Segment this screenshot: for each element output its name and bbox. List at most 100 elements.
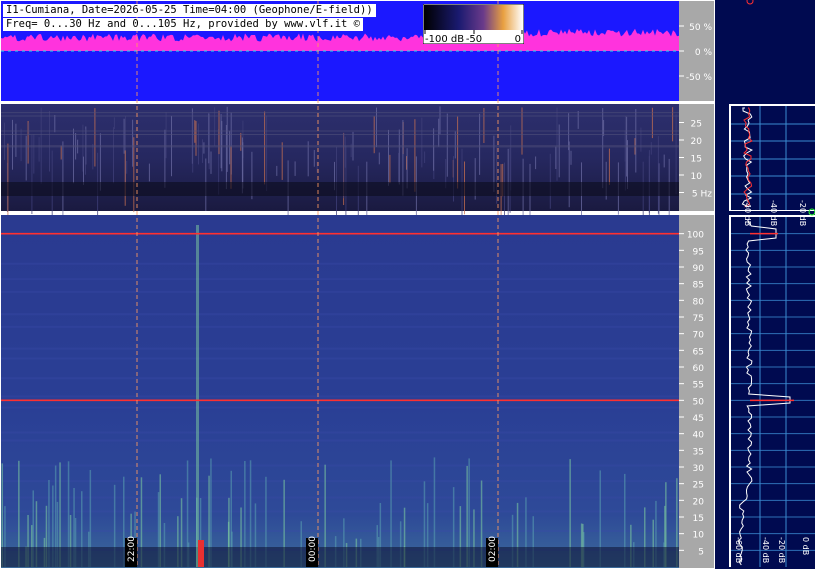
spectrogram-low-streak [483,108,485,143]
spectrogram-low-streak [75,133,77,160]
spectrogram-low-streak [650,142,652,155]
spectrogram-high-tick-label: 80 [693,297,705,307]
spectrogram-high-tick-label: 85 [693,281,704,291]
spectrogram-low-streak [83,156,84,185]
spectrum-low-axis-label: -40 dB [769,200,778,226]
spectrogram-low-streak [479,113,481,175]
spectrogram-low-streak [38,137,40,162]
time-label: 02:00 [488,536,498,562]
spectrogram-low-streak [608,148,610,185]
spectrogram-low-streak [556,107,558,181]
spectrogram-low-streak [33,134,35,174]
spectrogram-high-tick-label: 60 [693,364,705,374]
spectrogram-low-streak [549,153,551,209]
amplitude-tick-label: -50 % [686,73,713,83]
spectrogram-low-tick-label: 10 [691,172,703,182]
spectrogram-high-tick-label: 35 [693,447,704,457]
colorbar-label-max: 0 [515,34,521,44]
spectrogram-low-streak [454,131,456,159]
spectrogram-low-streak [132,119,134,167]
spectrogram-low-streak [85,129,86,175]
spectrogram-low-dark-band [1,182,679,196]
colorbar-legend: -100 dB -50 0 [423,4,524,44]
vlf-chart-canvas: 50 %0 %-50 % 252015105 Hz 10095908580757… [0,0,815,569]
spectrogram-low-streak [25,135,27,181]
spectrogram-low-streak [133,137,135,213]
spectrogram-low-streak [388,129,389,186]
spectrogram-low-streak [276,165,278,176]
spectrogram-high-tick-label: 10 [693,531,705,541]
spectrogram-high-hotspot [198,540,204,567]
spectrogram-low-streak [294,161,296,176]
amplitude-tick-label: 0 % [695,48,713,58]
spectrogram-low-streak [424,151,426,163]
spectrogram-low-streak [378,152,380,165]
spectrogram-high-tick-label: 100 [687,231,704,241]
panel-separator [0,211,715,215]
vlf-monitor-page: 50 % 0 % -50 % 25 20 15 10 5 Hz 100 95 90 85 80 75 7… [0,0,815,569]
spectrogram-low-streak [446,113,448,177]
spectrogram-low-streak [203,142,205,154]
spectrogram-low-streak [624,116,626,191]
spectrogram-low-streak [675,114,677,194]
spectrogram-low-streak [535,156,537,170]
spectrogram-low-streak [7,143,9,216]
spectrogram-high-dark-band [1,547,679,567]
spectrogram-high-tick-label: 90 [693,264,705,274]
spectrogram-low-streak [73,128,74,184]
spectrogram-low-streak [195,121,197,156]
spectrogram-low-streak [20,128,22,162]
spectrogram-high-tick-label: 40 [693,431,705,441]
spectrogram-low-streak [627,140,628,189]
spectrogram-low-streak [49,111,50,172]
spectrogram-high-streak [196,225,199,567]
spectrogram-low-streak [28,123,30,136]
spectrogram-high-tick-label: 15 [693,514,704,524]
spectrogram-high-tick-label: 55 [693,381,704,391]
spectrogram-high-tick-label: 95 [693,247,704,257]
spectrogram-low-streak [92,143,94,170]
spectrogram-low-streak [240,132,242,151]
spectrogram-low-streak [210,151,212,174]
spectrogram-low-streak [344,136,346,168]
spectrogram-low-streak [198,123,199,165]
spectrogram-low-streak [124,150,126,206]
spectrogram-low-streak [226,106,228,172]
time-label: 00:00 [308,536,318,562]
spectrogram-low-streak [218,110,220,155]
spectrogram-low-streak [15,123,17,157]
spectrogram-high-tick-label: 25 [693,481,704,491]
spectrogram-low-streak [4,122,5,160]
spectrum-high-axis-label: 0 dB [801,537,810,555]
spectrogram-low-streak [54,115,56,133]
spectrogram-low-streak [421,117,423,168]
spectrogram-low-streak [165,112,167,159]
spectrogram-low-streak [577,111,579,129]
spectrogram-low-streak [509,148,511,213]
spectrogram-low-streak [12,119,13,170]
spectrogram-low-streak [208,113,210,164]
spectrogram-high-tick-label: 20 [693,497,705,507]
colorbar-label-min: -100 dB [425,34,464,44]
spectrogram-low-streak [164,129,166,188]
spectrogram-high-tick-label: 50 [693,397,705,407]
spectrogram-high-tick-label: 75 [693,314,704,324]
spectrogram-low-streak [113,117,115,129]
spectrogram-low-streak [264,111,266,185]
spectrogram-high-tick-label: 30 [693,464,705,474]
spectrogram-low-tick-label: 20 [691,137,703,147]
spectrogram-low-streak [663,154,665,168]
panel-separator [0,101,715,104]
header-title: I1-Cumiana, Date=2026-05-25 Time=04:00 (… [3,4,376,17]
spectrogram-high-tick-label: 65 [693,347,704,357]
spectrogram-low-streak [113,127,114,184]
spectrogram-low-unit-label: 5 Hz [692,190,712,200]
spectrum-high-axis-label: -60 dB [734,537,743,563]
colorbar-label-mid: -50 [466,34,482,44]
spectrogram-low-streak [555,146,557,169]
spectrogram-low-streak [398,129,400,185]
spectrogram-low-streak [558,124,560,178]
spectrogram-low-streak [414,119,416,192]
spectrogram-low-streak [438,118,440,147]
spectrogram-high-tick-label: 70 [693,331,705,341]
